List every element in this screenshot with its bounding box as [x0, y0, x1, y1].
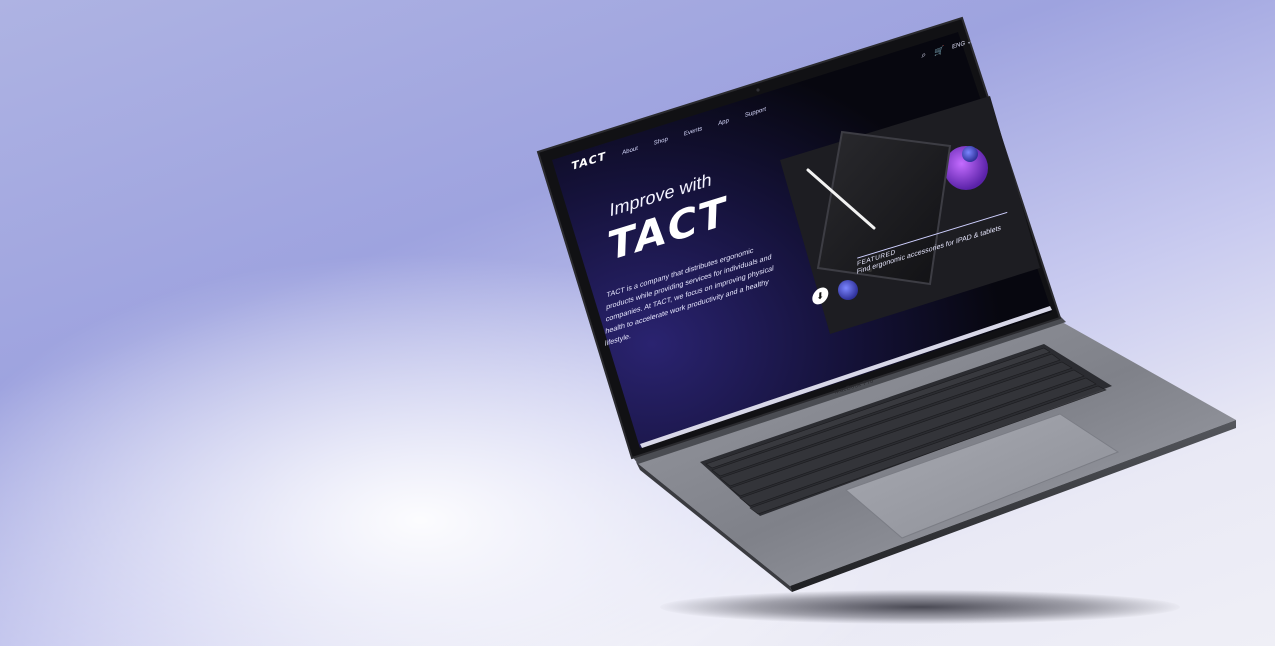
nav-events[interactable]: Events [684, 126, 703, 138]
search-icon[interactable]: ⌕ [921, 50, 926, 61]
nav-app[interactable]: App [718, 118, 729, 127]
arrow-down-circle-icon[interactable]: ⬇ [812, 285, 829, 307]
chevron-down-icon: ⌄ [966, 38, 972, 46]
language-selector[interactable]: ENG ⌄ [952, 37, 972, 50]
nav-support[interactable]: Support [745, 107, 766, 119]
nav-shop[interactable]: Shop [654, 137, 668, 147]
language-label: ENG [951, 40, 966, 51]
scene: TACT About Shop Events App Support ⌕ 🛒 E… [0, 0, 1275, 646]
site-logo[interactable]: TACT [571, 149, 606, 173]
nav-about[interactable]: About [622, 146, 638, 157]
cart-icon[interactable]: 🛒 [934, 45, 944, 57]
